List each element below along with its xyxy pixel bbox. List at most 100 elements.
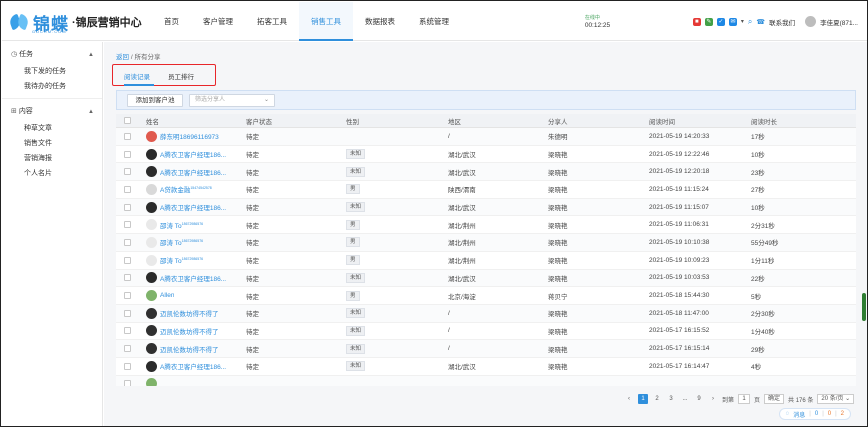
search-icon[interactable]: ⌕ <box>748 17 752 27</box>
col-read-time: 阅读时间 <box>649 118 675 126</box>
edit-icon[interactable]: ✎ <box>704 17 713 26</box>
top-bar: 锦蝶 GDCRM.COM ·锦辰营销中心 首页 客户管理 拓客工具 销售工具 数… <box>2 2 867 41</box>
contact-us-link[interactable]: 联系我们 <box>769 17 795 27</box>
col-sharer: 分享人 <box>548 118 568 126</box>
row-checkbox[interactable] <box>124 256 131 264</box>
table-row[interactable]: Allen 待定 男 北京/海淀 蒋贝宁 2021-05-18 15:44:30 5秒 <box>116 287 856 305</box>
customer-name-link[interactable]: Allen <box>160 292 174 299</box>
collapse-arrow-icon[interactable]: ▲ <box>88 103 94 121</box>
table-row[interactable]: A腾衣卫客户经理186... 待定 未知 湖北/武汉 梁晓艳 2021-05-19 11:… <box>116 198 856 217</box>
customer-name-link[interactable]: A腾衣卫客户经理186... <box>160 167 226 177</box>
table-row[interactable]: 邵涛 To18672986576 待定 男 湖北/荆州 梁晓艳 2021-05-19 11… <box>116 216 856 235</box>
customer-name-link[interactable]: 邵涛 To18672986576 <box>160 237 203 247</box>
row-checkbox[interactable] <box>124 274 131 282</box>
customer-name-link[interactable]: 迈凯伦数坊得不得了 <box>160 344 219 354</box>
clock-icon: ◷ <box>11 51 20 58</box>
gender-tag: 男 <box>346 290 360 301</box>
sidebar-item-articles[interactable]: 种草文章 <box>2 121 102 136</box>
sidebar-item-sales-files[interactable]: 销售文件 <box>2 136 102 151</box>
page-2[interactable]: 2 <box>652 394 662 404</box>
nav-system[interactable]: 系统管理 <box>407 2 461 41</box>
goto-page-input[interactable]: 1 <box>738 394 751 404</box>
alert-icon[interactable]: ■ <box>692 17 701 26</box>
user-avatar[interactable] <box>805 16 817 27</box>
avatar <box>146 236 157 248</box>
tab-staff-ranking[interactable]: 员工排行 <box>168 71 194 81</box>
customer-name-link[interactable]: A腾衣卫客户经理186... <box>160 149 226 159</box>
sidebar-item-issued-tasks[interactable]: 我下发的任务 <box>2 64 102 79</box>
table-row[interactable]: A腾衣卫客户经理186... 待定 未知 湖北/武汉 梁晓艳 2021-05-19 10:… <box>116 269 856 288</box>
goto-confirm-button[interactable]: 确定 <box>764 394 785 404</box>
page-1[interactable]: 1 <box>638 394 648 404</box>
chat-icon: ◌ <box>785 411 790 417</box>
nav-reports[interactable]: 数据报表 <box>353 2 407 41</box>
check-icon[interactable]: ✓ <box>716 17 725 26</box>
customer-name-link[interactable]: 迈凯伦数坊得不得了 <box>160 308 219 318</box>
customer-status: 待定 <box>246 328 259 336</box>
collapse-arrow-icon[interactable]: ▲ <box>88 46 94 64</box>
customer-name-link[interactable]: 迈凯伦数坊得不得了 <box>160 326 219 336</box>
read-time: 2021-05-19 12:20:18 <box>649 168 710 176</box>
tab-read-records[interactable]: 阅读记录 <box>124 71 150 81</box>
customer-name-link[interactable]: A贷款金融15474542578 <box>160 184 212 194</box>
sidebar-section-content[interactable]: ⊞ 内容 ▲ <box>2 103 102 121</box>
table-row[interactable] <box>116 375 856 386</box>
row-checkbox[interactable] <box>124 238 131 246</box>
page-scrollbar[interactable] <box>862 293 866 321</box>
sidebar-item-business-card[interactable]: 个人名片 <box>2 166 102 181</box>
customer-name-link[interactable]: 邵涛 To18672986576 <box>160 255 203 265</box>
row-checkbox[interactable] <box>124 203 131 211</box>
table-row[interactable]: 迈凯伦数坊得不得了 待定 未知 / 梁晓艳 2021-05-17 16:15:52 1分40… <box>116 323 856 341</box>
customer-name-link[interactable]: A腾衣卫客户经理186... <box>160 361 226 371</box>
read-time: 2021-05-19 14:20:33 <box>649 132 710 140</box>
customer-name-link[interactable]: A腾衣卫客户经理186... <box>160 273 226 283</box>
page-3[interactable]: 3 <box>666 394 676 404</box>
table-row[interactable]: 薛东明18696116973 待定 / 朱德明 2021-05-19 14:20:33 1… <box>116 128 856 146</box>
customer-name-link[interactable]: A腾衣卫客户经理186... <box>160 202 226 212</box>
row-checkbox[interactable] <box>124 362 131 370</box>
sidebar-item-todo-tasks[interactable]: 我待办的任务 <box>2 79 102 94</box>
table-row[interactable]: A贷款金融15474542578 待定 男 陕西/渭南 梁晓艳 2021-05-19 11… <box>116 181 856 199</box>
table-row[interactable]: A腾衣卫客户经理186... 待定 未知 湖北/武汉 梁晓艳 2021-05-19 12:… <box>116 146 856 164</box>
page-size-select[interactable]: 20 条/页 ⌄ <box>817 394 855 404</box>
message-widget[interactable]: ◌ 消息 | 0 | 0 | 2 <box>778 408 851 420</box>
table-row[interactable]: 迈凯伦数坊得不得了 待定 未知 / 梁晓艳 2021-05-17 16:15:14 29秒 <box>116 340 856 358</box>
table-row[interactable]: 迈凯伦数坊得不得了 待定 未知 / 梁晓艳 2021-05-18 11:47:00 2分30… <box>116 304 856 323</box>
customer-name-link[interactable]: 邵涛 To18672986576 <box>160 220 203 230</box>
table-row[interactable]: 邵涛 To18672986576 待定 男 湖北/荆州 梁晓艳 2021-05-19 10… <box>116 252 856 270</box>
back-link[interactable]: 返回 <box>116 54 129 61</box>
row-checkbox[interactable] <box>124 132 131 140</box>
nav-home[interactable]: 首页 <box>152 2 191 41</box>
row-checkbox[interactable] <box>124 345 131 353</box>
customer-name-link[interactable]: 薛东明18696116973 <box>160 131 219 141</box>
user-name[interactable]: 李佳夏(871... <box>820 17 858 27</box>
dropdown-chevron-icon[interactable]: ▾ <box>741 18 744 25</box>
nav-customer[interactable]: 客户管理 <box>191 2 245 41</box>
row-checkbox[interactable] <box>124 309 131 317</box>
row-checkbox[interactable] <box>124 221 131 229</box>
gender-tag: 男 <box>346 255 360 266</box>
row-checkbox[interactable] <box>124 168 131 176</box>
page-ellipsis[interactable]: ... <box>680 394 690 404</box>
next-page-button[interactable]: › <box>708 394 718 404</box>
brand-logo[interactable]: 锦蝶 GDCRM.COM ·锦辰营销中心 <box>7 10 142 34</box>
select-all-checkbox[interactable] <box>124 117 131 124</box>
table-row[interactable]: A腾衣卫客户经理186... 待定 未知 湖北/武汉 梁晓艳 2021-05-17 16:… <box>116 358 856 376</box>
page-9[interactable]: 9 <box>694 394 704 404</box>
row-checkbox[interactable] <box>124 292 131 300</box>
sharer-select[interactable]: 筛选分享人 ⌄ <box>189 94 275 107</box>
row-checkbox[interactable] <box>124 327 131 335</box>
message-icon[interactable]: ✉ <box>728 17 737 26</box>
prev-page-button[interactable]: ‹ <box>624 394 634 404</box>
row-checkbox[interactable] <box>124 150 131 158</box>
table-row[interactable]: A腾衣卫客户经理186... 待定 未知 湖北/武汉 梁晓艳 2021-05-19 12:… <box>116 163 856 182</box>
nav-acquisition[interactable]: 拓客工具 <box>245 2 299 41</box>
sidebar-item-posters[interactable]: 营销海报 <box>2 151 102 166</box>
sidebar-section-task[interactable]: ◷ 任务 ▲ <box>2 46 102 64</box>
row-checkbox[interactable] <box>124 380 131 386</box>
table-row[interactable]: 邵涛 To18672986576 待定 男 湖北/荆州 梁晓艳 2021-05-19 10… <box>116 234 856 252</box>
region: 湖北/荆州 <box>448 222 476 230</box>
row-checkbox[interactable] <box>124 185 131 193</box>
nav-sales-tools[interactable]: 销售工具 <box>299 2 353 41</box>
add-to-pool-button[interactable]: 添加到客户池 <box>127 94 183 107</box>
